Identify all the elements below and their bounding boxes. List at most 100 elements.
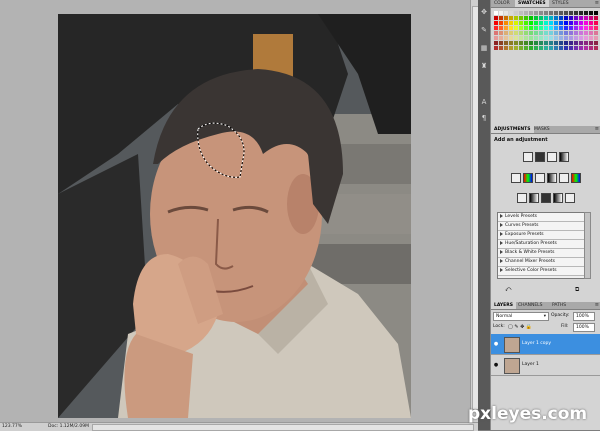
swatch[interactable] (559, 31, 563, 35)
swatch[interactable] (574, 21, 578, 25)
invert-icon[interactable] (517, 193, 527, 203)
swatch[interactable] (529, 36, 533, 40)
brightness-icon[interactable] (523, 152, 533, 162)
swatch[interactable] (534, 36, 538, 40)
swatch[interactable] (494, 41, 498, 45)
swatch[interactable] (594, 41, 598, 45)
swatch[interactable] (514, 41, 518, 45)
swatch[interactable] (589, 31, 593, 35)
swatch[interactable] (514, 11, 518, 15)
swatch[interactable] (554, 16, 558, 20)
layer-row[interactable]: ● Layer 1 (491, 355, 600, 376)
swatch[interactable] (534, 46, 538, 50)
swatch[interactable] (554, 36, 558, 40)
swatch[interactable] (509, 21, 513, 25)
swatch[interactable] (574, 31, 578, 35)
swatch[interactable] (549, 11, 553, 15)
swatch[interactable] (584, 16, 588, 20)
eye-icon[interactable]: ● (493, 341, 499, 347)
list-item[interactable]: Selective Color Presets (498, 267, 584, 276)
swatch[interactable] (569, 41, 573, 45)
swatch[interactable] (519, 41, 523, 45)
tab-adjustments[interactable]: ADJUSTMENTS (491, 126, 534, 133)
swatch[interactable] (529, 26, 533, 30)
swatch[interactable] (559, 46, 563, 50)
swatch[interactable] (594, 46, 598, 50)
swatch[interactable] (504, 21, 508, 25)
channel-mixer-icon[interactable] (571, 173, 581, 183)
swatch[interactable] (519, 26, 523, 30)
swatch[interactable] (549, 46, 553, 50)
swatch[interactable] (594, 16, 598, 20)
tab-masks[interactable]: MASKS (531, 126, 553, 133)
swatch[interactable] (499, 46, 503, 50)
swatch[interactable] (529, 41, 533, 45)
swatch[interactable] (594, 11, 598, 15)
clip-icon[interactable]: ⧉ (575, 286, 585, 293)
swatch[interactable] (534, 11, 538, 15)
swatch[interactable] (499, 31, 503, 35)
swatch[interactable] (554, 46, 558, 50)
swatch[interactable] (534, 26, 538, 30)
swatch[interactable] (584, 26, 588, 30)
swatch[interactable] (569, 21, 573, 25)
swatch[interactable] (559, 41, 563, 45)
swatch[interactable] (584, 36, 588, 40)
swatch[interactable] (579, 41, 583, 45)
swatch[interactable] (554, 21, 558, 25)
swatch[interactable] (549, 21, 553, 25)
swatch[interactable] (544, 11, 548, 15)
list-item[interactable]: Hue/Saturation Presets (498, 240, 584, 249)
swatch[interactable] (579, 36, 583, 40)
swatch[interactable] (494, 36, 498, 40)
swatch[interactable] (569, 31, 573, 35)
panel-menu-icon[interactable]: ≡ (595, 126, 599, 133)
swatch[interactable] (504, 26, 508, 30)
tab-paths[interactable]: PATHS (549, 302, 569, 309)
swatch[interactable] (544, 46, 548, 50)
swatch[interactable] (494, 31, 498, 35)
swatch[interactable] (539, 11, 543, 15)
swatch[interactable] (589, 41, 593, 45)
paragraph-icon[interactable]: ¶ (480, 114, 488, 122)
swatch[interactable] (499, 16, 503, 20)
swatch[interactable] (539, 36, 543, 40)
tab-swatches[interactable]: SWATCHES (515, 0, 549, 7)
swatch[interactable] (509, 11, 513, 15)
swatch[interactable] (514, 16, 518, 20)
swatch[interactable] (579, 11, 583, 15)
swatch[interactable] (549, 31, 553, 35)
swatch[interactable] (564, 31, 568, 35)
swatch[interactable] (539, 26, 543, 30)
selective-color-icon[interactable] (565, 193, 575, 203)
swatch[interactable] (494, 11, 498, 15)
swatch[interactable] (534, 41, 538, 45)
lock-icons[interactable]: ▢ ✎ ✥ 🔒 (508, 324, 532, 330)
swatch[interactable] (519, 21, 523, 25)
hue-saturation-icon[interactable] (523, 173, 533, 183)
fill-input[interactable]: 100% (573, 323, 595, 332)
swatch[interactable] (529, 31, 533, 35)
swatch[interactable] (514, 46, 518, 50)
swatch[interactable] (594, 21, 598, 25)
photo-filter-icon[interactable] (559, 173, 569, 183)
panel-menu-icon[interactable]: ≡ (595, 302, 599, 309)
swatch[interactable] (569, 36, 573, 40)
swatch[interactable] (574, 16, 578, 20)
list-item[interactable]: Exposure Presets (498, 231, 584, 240)
swatch[interactable] (514, 21, 518, 25)
swatch[interactable] (534, 31, 538, 35)
swatch[interactable] (559, 21, 563, 25)
tab-color[interactable]: COLOR (491, 0, 513, 7)
swatch[interactable] (509, 41, 513, 45)
swatch[interactable] (524, 36, 528, 40)
swatch[interactable] (499, 41, 503, 45)
swatch[interactable] (509, 46, 513, 50)
swatch[interactable] (579, 21, 583, 25)
swatch[interactable] (569, 46, 573, 50)
brush-icon[interactable]: ✎ (480, 26, 488, 34)
swatch[interactable] (559, 36, 563, 40)
swatch[interactable] (524, 26, 528, 30)
panel-menu-icon[interactable]: ≡ (595, 0, 599, 7)
swatch[interactable] (544, 26, 548, 30)
